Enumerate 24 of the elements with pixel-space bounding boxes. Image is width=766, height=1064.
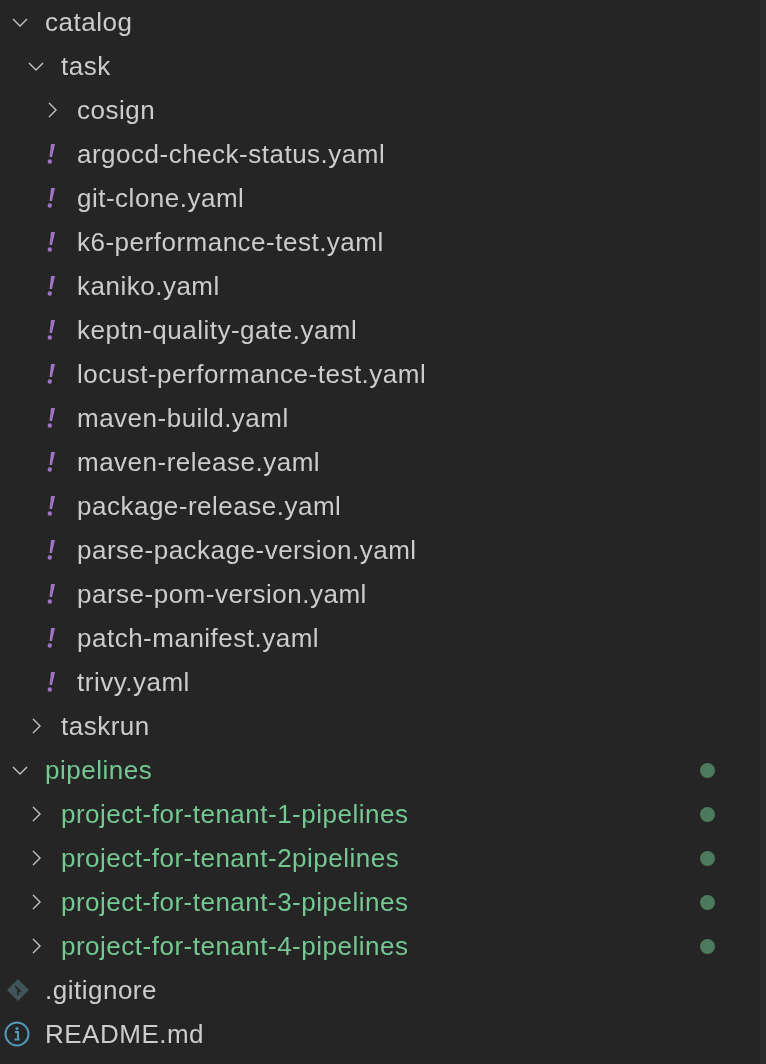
file-name[interactable]: argocd-check-status.yaml [77, 134, 386, 174]
file-name[interactable]: parse-package-version.yaml [77, 530, 417, 570]
file-name[interactable]: package-release.yaml [77, 486, 342, 526]
file-name[interactable]: git-clone.yaml [77, 178, 245, 218]
folder-name[interactable]: taskrun [61, 706, 150, 746]
file-name[interactable]: kaniko.yaml [77, 266, 220, 306]
folder-name[interactable]: task [61, 46, 111, 86]
folder-name[interactable]: pipelines [45, 750, 153, 790]
folder-name[interactable]: project-for-tenant-4-pipelines [61, 926, 409, 966]
file-name[interactable]: README.md [45, 1014, 205, 1054]
file-name[interactable]: maven-build.yaml [77, 398, 289, 438]
folder-name[interactable]: cosign [77, 90, 156, 130]
file-name[interactable]: locust-performance-test.yaml [77, 354, 427, 394]
folder-name[interactable]: catalog [45, 2, 133, 42]
file-name[interactable]: k6-performance-test.yaml [77, 222, 384, 262]
file-name[interactable]: trivy.yaml [77, 662, 190, 702]
folder-name[interactable]: project-for-tenant-1-pipelines [61, 794, 409, 834]
folder-name[interactable]: project-for-tenant-2pipelines [61, 838, 400, 878]
file-name[interactable]: patch-manifest.yaml [77, 618, 320, 658]
file-name[interactable]: keptn-quality-gate.yaml [77, 310, 358, 350]
file-name[interactable]: .gitignore [45, 970, 157, 1010]
file-name[interactable]: maven-release.yaml [77, 442, 321, 482]
folder-name[interactable]: project-for-tenant-3-pipelines [61, 882, 409, 922]
file-name[interactable]: parse-pom-version.yaml [77, 574, 367, 614]
